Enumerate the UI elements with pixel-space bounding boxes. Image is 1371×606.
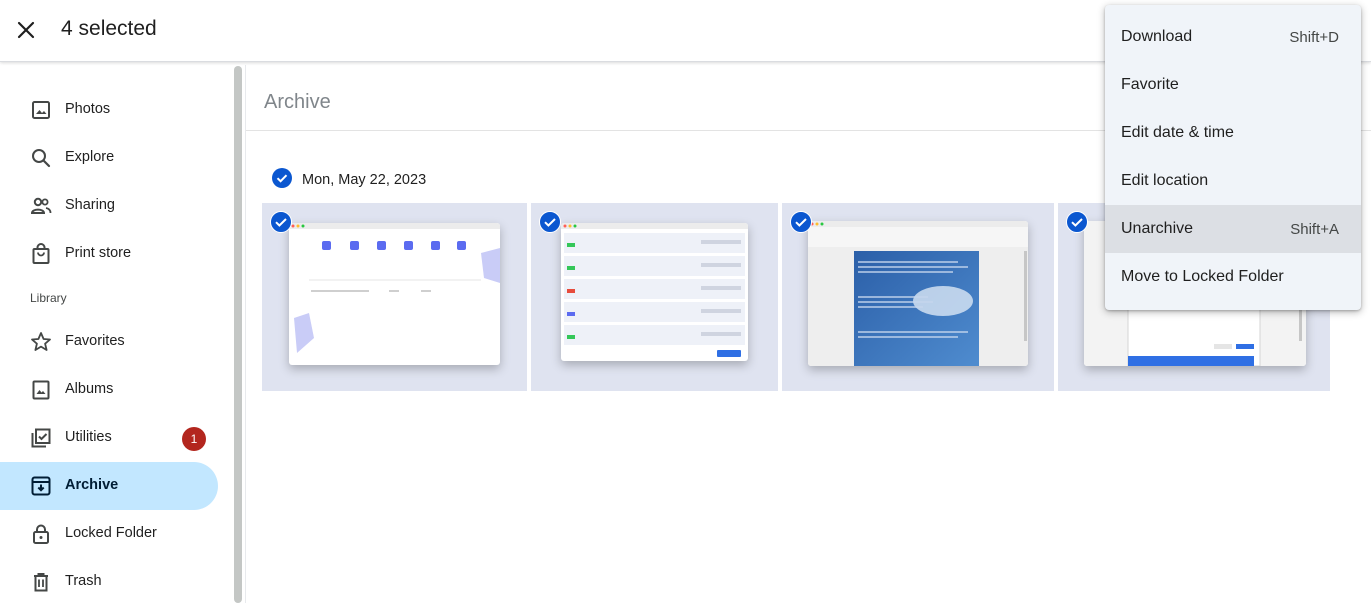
sidebar-item-label: Photos — [65, 101, 111, 117]
library-section-label: Library — [30, 291, 67, 305]
context-menu: Download Shift+D Favorite Edit date & ti… — [1105, 5, 1361, 310]
menu-item-label: Favorite — [1121, 76, 1179, 93]
menu-item-label: Edit location — [1121, 172, 1209, 189]
close-icon[interactable] — [12, 16, 40, 44]
sidebar-item-print-store[interactable]: Print store — [0, 230, 218, 278]
menu-item-label: Edit date & time — [1121, 124, 1234, 141]
selected-check-icon[interactable] — [790, 211, 812, 233]
sidebar-item-archive[interactable]: Archive — [0, 462, 218, 510]
sidebar-item-label: Archive — [65, 477, 119, 493]
menu-item-label: Download — [1121, 28, 1193, 45]
archive-icon — [29, 474, 53, 498]
photo-tile[interactable] — [782, 203, 1054, 391]
date-group-check-icon[interactable] — [272, 168, 292, 188]
menu-item-move-to-locked-folder[interactable]: Move to Locked Folder — [1105, 253, 1361, 301]
sidebar-item-label: Utilities — [65, 429, 112, 445]
sidebar-item-favorites[interactable]: Favorites — [0, 318, 218, 366]
checklist-icon — [29, 426, 53, 450]
search-icon — [29, 146, 53, 170]
lock-icon — [29, 522, 53, 546]
sidebar-item-locked-folder[interactable]: Locked Folder — [0, 510, 218, 558]
sidebar-item-photos[interactable]: Photos — [0, 86, 218, 134]
sidebar-item-sharing[interactable]: Sharing — [0, 182, 218, 230]
trash-icon — [29, 570, 53, 594]
menu-item-favorite[interactable]: Favorite — [1105, 61, 1361, 109]
photo-thumbnail — [289, 223, 500, 365]
menu-item-shortcut: Shift+A — [1290, 221, 1339, 238]
sidebar-item-label: Print store — [65, 245, 132, 261]
menu-item-label: Unarchive — [1121, 220, 1194, 237]
star-icon — [29, 330, 53, 354]
sidebar-scrollbar[interactable] — [234, 66, 242, 603]
selected-count: 4 selected — [61, 17, 157, 40]
sidebar-item-label: Locked Folder — [65, 525, 157, 541]
selected-check-icon[interactable] — [539, 211, 561, 233]
menu-item-edit-date-time[interactable]: Edit date & time — [1105, 109, 1361, 157]
sidebar-item-explore[interactable]: Explore — [0, 134, 218, 182]
sidebar-item-albums[interactable]: Albums — [0, 366, 218, 414]
photo-icon — [29, 98, 53, 122]
selected-check-icon[interactable] — [270, 211, 292, 233]
sidebar: Photos Explore Sharing Print store Libra… — [0, 63, 232, 603]
date-group-label: Mon, May 22, 2023 — [302, 172, 427, 188]
people-icon — [29, 194, 53, 218]
selected-check-icon[interactable] — [1066, 211, 1088, 233]
sidebar-item-label: Sharing — [65, 197, 115, 213]
notification-badge: 1 — [182, 427, 206, 451]
page-title: Archive — [264, 91, 331, 113]
menu-item-shortcut: Shift+D — [1289, 29, 1339, 46]
photo-thumbnail — [808, 221, 1028, 366]
photo-tile[interactable] — [262, 203, 527, 391]
photo-tile[interactable] — [531, 203, 778, 391]
menu-item-label: Move to Locked Folder — [1121, 268, 1284, 285]
sidebar-item-label: Favorites — [65, 333, 125, 349]
sidebar-item-label: Trash — [65, 573, 102, 589]
sidebar-item-label: Explore — [65, 149, 115, 165]
album-icon — [29, 378, 53, 402]
photo-thumbnail — [561, 223, 748, 361]
menu-item-download[interactable]: Download Shift+D — [1105, 13, 1361, 61]
shopping-bag-icon — [29, 242, 53, 266]
sidebar-item-label: Albums — [65, 381, 114, 397]
sidebar-item-trash[interactable]: Trash — [0, 558, 218, 606]
menu-item-edit-location[interactable]: Edit location — [1105, 157, 1361, 205]
menu-item-unarchive[interactable]: Unarchive Shift+A — [1105, 205, 1361, 253]
sidebar-item-utilities[interactable]: Utilities 1 — [0, 414, 218, 462]
